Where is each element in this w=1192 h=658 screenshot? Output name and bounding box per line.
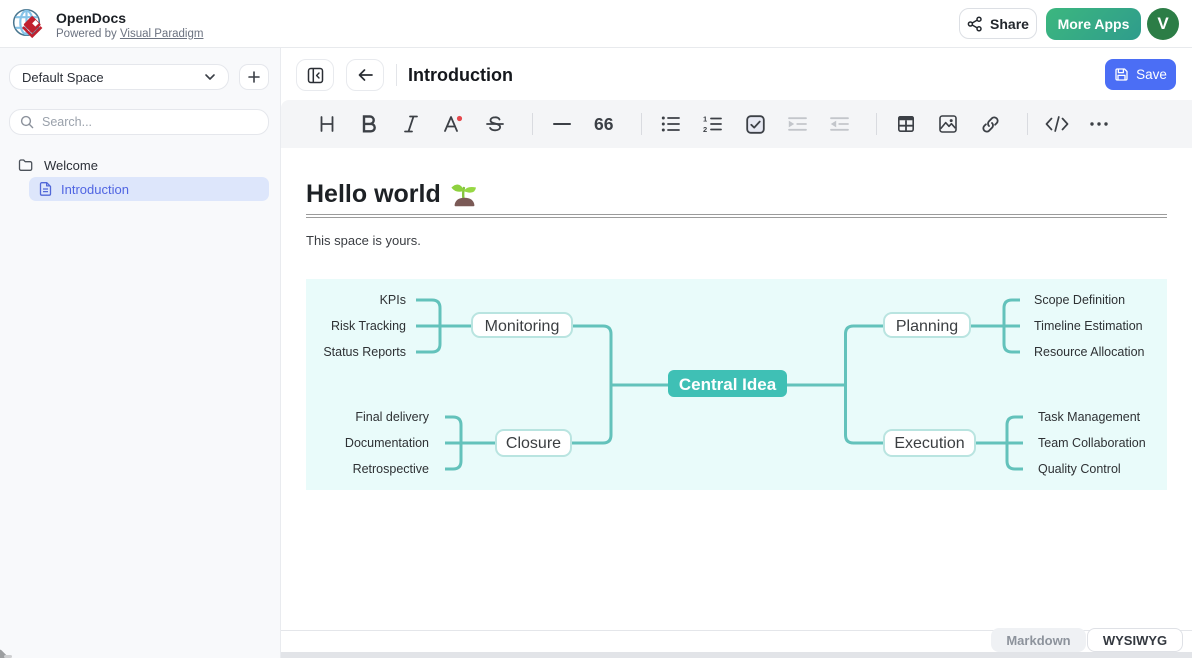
svg-text:Monitoring: Monitoring: [485, 318, 560, 335]
svg-text:Retrospective: Retrospective: [353, 462, 429, 476]
svg-text:KPIs: KPIs: [380, 293, 406, 307]
svg-text:Quality Control: Quality Control: [1038, 462, 1121, 476]
svg-text:Status Reports: Status Reports: [323, 345, 406, 359]
svg-text:Final delivery: Final delivery: [355, 410, 429, 424]
svg-text:Task Management: Task Management: [1038, 410, 1141, 424]
svg-text:Closure: Closure: [506, 435, 561, 452]
svg-text:2: 2: [703, 125, 707, 133]
svg-text:Scope Definition: Scope Definition: [1034, 293, 1125, 307]
svg-text:Resource Allocation: Resource Allocation: [1034, 345, 1145, 359]
svg-text:Execution: Execution: [894, 435, 964, 452]
svg-text:Team Collaboration: Team Collaboration: [1038, 436, 1146, 450]
svg-text:1: 1: [703, 115, 707, 124]
svg-text:66: 66: [594, 117, 614, 131]
svg-text:Documentation: Documentation: [345, 436, 429, 450]
svg-text:Central Idea: Central Idea: [679, 375, 777, 394]
svg-text:Timeline Estimation: Timeline Estimation: [1034, 319, 1143, 333]
svg-text:Risk Tracking: Risk Tracking: [331, 319, 406, 333]
svg-text:Planning: Planning: [896, 318, 958, 335]
